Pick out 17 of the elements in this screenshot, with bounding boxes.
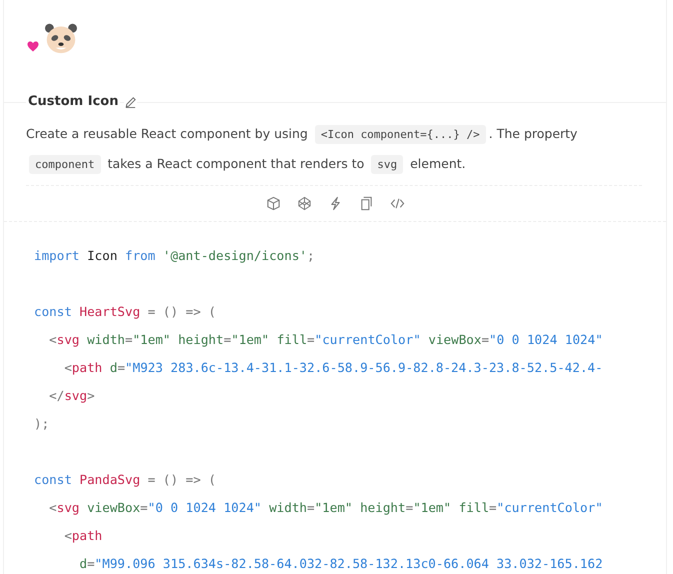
code-line: <path d="M923 283.6c-13.4-31.1-32.6-58.9-56.9-82.8-24.3-23.8-52.5-42.4- — [63, 359, 604, 377]
code-line: const HeartSvg = () => ( — [34, 303, 217, 321]
code-icon[interactable] — [390, 196, 404, 211]
hexagon-icon[interactable] — [296, 196, 312, 211]
code-line: d="M99.096 315.634s-82.58-64.032-82.58-132.13c0-66.064 33.032-165.162 — [78, 555, 604, 573]
code-line: ); — [34, 415, 50, 433]
code-line: <svg width="1em" height="1em" fill="currentColor" viewBox="0 0 1024 1024" — [48, 331, 604, 349]
cube-icon[interactable] — [266, 196, 280, 211]
panda-icon — [43, 22, 79, 54]
copy-icon[interactable] — [358, 196, 374, 211]
code-line: <path — [63, 527, 104, 545]
code-line: import Icon from '@ant-design/icons'; — [34, 247, 316, 265]
code-line: <svg viewBox="0 0 1024 1024" width="1em" height="1em" fill="currentColor" — [48, 499, 604, 517]
code-line: const PandaSvg = () => ( — [34, 471, 217, 489]
section-description: Create a reusable React component by using <Icon component={...} /> . The property component takes a React component that renders to svg element. — [26, 119, 642, 186]
heart-icon — [27, 41, 39, 52]
code-line: </svg> — [48, 387, 96, 405]
